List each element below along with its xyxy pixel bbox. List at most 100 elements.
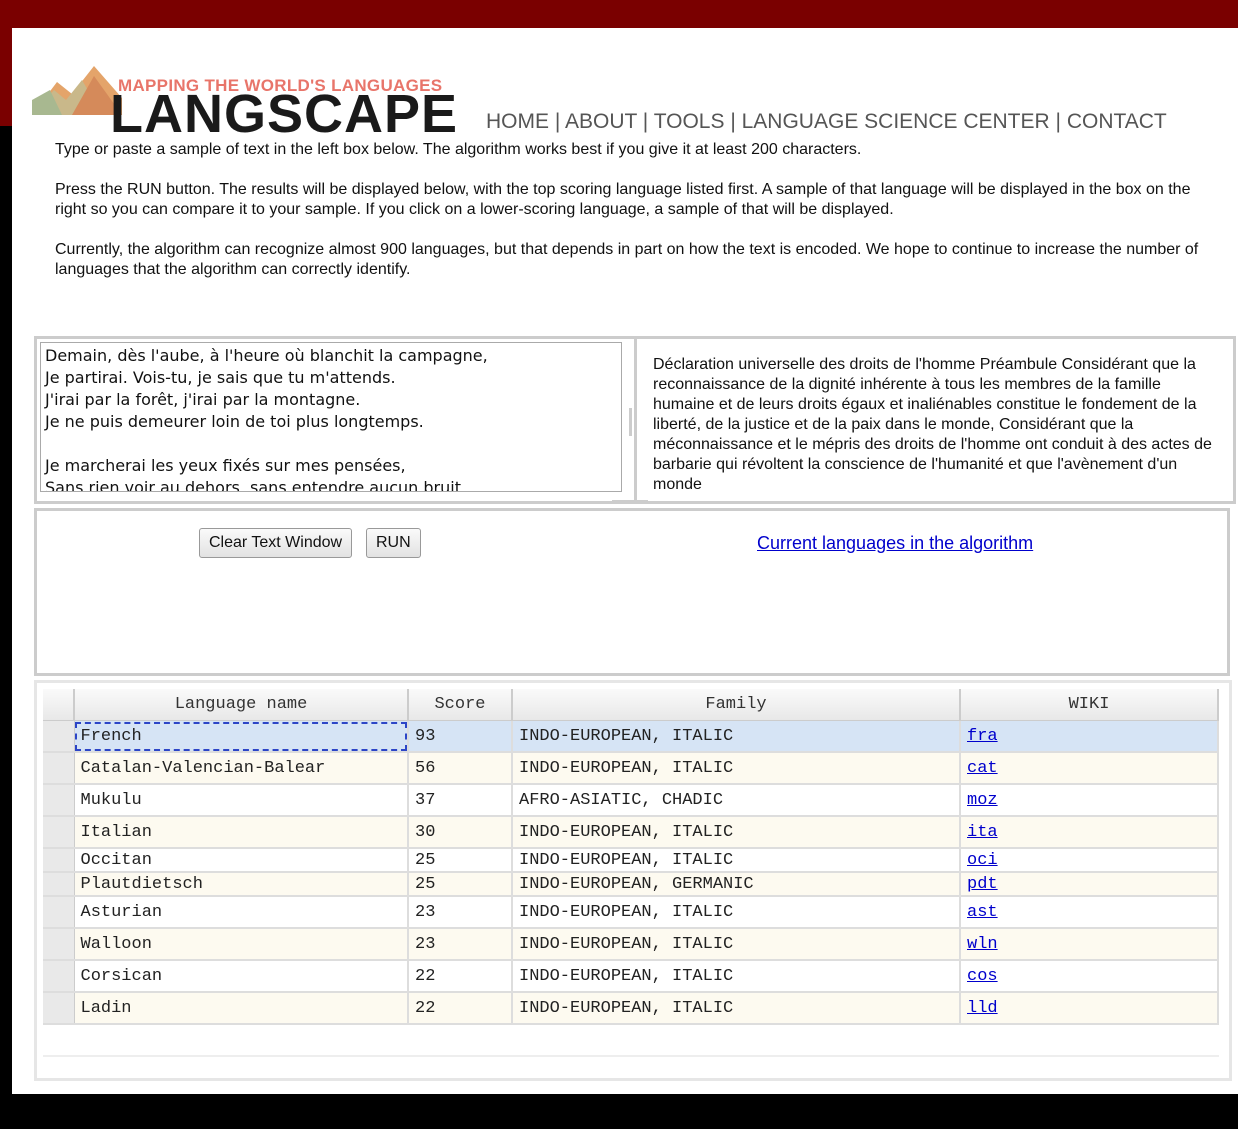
wiki-cell[interactable]: cat	[960, 752, 1219, 785]
row-header-corner	[43, 689, 75, 721]
column-header-family[interactable]: Family	[512, 689, 961, 721]
row-header-cell[interactable]	[43, 848, 75, 873]
score-cell[interactable]: 25	[408, 872, 513, 897]
table-row[interactable]: Catalan-Valencian-Balear 56 INDO-EUROPEAN,…	[43, 752, 1219, 785]
family-cell[interactable]: INDO-EUROPEAN, ITALIC	[512, 896, 961, 929]
family-cell[interactable]: INDO-EUROPEAN, ITALIC	[512, 928, 961, 961]
score-cell[interactable]: 30	[408, 816, 513, 849]
wiki-link[interactable]: moz	[967, 791, 998, 810]
horizontal-splitter[interactable]	[612, 500, 648, 503]
results-grid-panel: Language name Score Family WIKI French 93…	[34, 680, 1232, 1081]
row-header-cell[interactable]	[43, 992, 75, 1025]
controls-panel: Clear Text Window RUN Current languages …	[34, 508, 1230, 676]
left-accent-bar	[0, 28, 12, 126]
language-name-cell[interactable]: Asturian	[74, 896, 409, 929]
language-name-cell[interactable]: Walloon	[74, 928, 409, 961]
score-cell[interactable]: 25	[408, 848, 513, 873]
score-cell[interactable]: 22	[408, 960, 513, 993]
mountain-logo-icon	[32, 66, 122, 115]
table-row[interactable]: Ladin 22 INDO-EUROPEAN, ITALIC lld	[43, 992, 1219, 1025]
family-cell[interactable]: AFRO-ASIATIC, CHADIC	[512, 784, 961, 817]
family-cell[interactable]: INDO-EUROPEAN, ITALIC	[512, 720, 961, 753]
table-row[interactable]: Occitan 25 INDO-EUROPEAN, ITALIC oci	[43, 848, 1219, 873]
wiki-cell[interactable]: fra	[960, 720, 1219, 753]
wiki-link[interactable]: ast	[967, 903, 998, 922]
row-header-cell[interactable]	[43, 960, 75, 993]
table-row[interactable]: Walloon 23 INDO-EUROPEAN, ITALIC wln	[43, 928, 1219, 961]
language-name-cell[interactable]: Ladin	[74, 992, 409, 1025]
intro-paragraph-3: Currently, the algorithm can recognize a…	[55, 241, 1199, 278]
column-header-language[interactable]: Language name	[74, 689, 409, 721]
language-sample-text: Déclaration universelle des droits de l'…	[653, 356, 1212, 493]
wiki-link[interactable]: wln	[967, 935, 998, 954]
language-name-cell[interactable]: Mukulu	[74, 784, 409, 817]
wiki-link[interactable]: ita	[967, 823, 998, 842]
page: MAPPING THE WORLD'S LANGUAGES LANGSCAPE …	[12, 28, 1238, 1094]
wiki-cell[interactable]: ast	[960, 896, 1219, 929]
language-name-cell[interactable]: Catalan-Valencian-Balear	[74, 752, 409, 785]
table-row[interactable]: Italian 30 INDO-EUROPEAN, ITALIC ita	[43, 816, 1219, 849]
language-sample-panel: Déclaration universelle des droits de l'…	[634, 336, 1236, 504]
intro-paragraph-1: Type or paste a sample of text in the le…	[55, 141, 862, 158]
nav-language-science-center[interactable]: LANGUAGE SCIENCE CENTER	[742, 110, 1050, 133]
logo-title: LANGSCAPE	[110, 84, 459, 144]
wiki-cell[interactable]: wln	[960, 928, 1219, 961]
wiki-cell[interactable]: pdt	[960, 872, 1219, 897]
table-row[interactable]: Corsican 22 INDO-EUROPEAN, ITALIC cos	[43, 960, 1219, 993]
wiki-cell[interactable]: oci	[960, 848, 1219, 873]
column-header-wiki[interactable]: WIKI	[960, 689, 1219, 721]
nav-home[interactable]: HOME	[486, 110, 549, 133]
score-cell[interactable]: 37	[408, 784, 513, 817]
language-name-cell[interactable]: French	[74, 720, 409, 753]
wiki-link[interactable]: pdt	[967, 875, 998, 894]
nav-contact[interactable]: CONTACT	[1067, 110, 1167, 133]
row-header-cell[interactable]	[43, 928, 75, 961]
table-row[interactable]: Plautdietsch 25 INDO-EUROPEAN, GERMANIC pdt	[43, 872, 1219, 897]
row-header-cell[interactable]	[43, 784, 75, 817]
clear-text-window-button[interactable]: Clear Text Window	[199, 528, 353, 558]
family-cell[interactable]: INDO-EUROPEAN, ITALIC	[512, 992, 961, 1025]
language-name-cell[interactable]: Plautdietsch	[74, 872, 409, 897]
row-header-cell[interactable]	[43, 752, 75, 785]
sample-text-input[interactable]: Demain, dès l'aube, à l'heure où blanchi…	[40, 342, 622, 492]
current-languages-link[interactable]: Current languages in the algorithm	[757, 533, 1033, 554]
family-cell[interactable]: INDO-EUROPEAN, ITALIC	[512, 960, 961, 993]
score-cell[interactable]: 23	[408, 896, 513, 929]
family-cell[interactable]: INDO-EUROPEAN, ITALIC	[512, 752, 961, 785]
language-name-cell[interactable]: Occitan	[74, 848, 409, 873]
wiki-link[interactable]: oci	[967, 851, 998, 870]
score-cell[interactable]: 23	[408, 928, 513, 961]
language-name-cell[interactable]: Italian	[74, 816, 409, 849]
table-row[interactable]: Asturian 23 INDO-EUROPEAN, ITALIC ast	[43, 896, 1219, 929]
panel-splitter[interactable]	[629, 408, 632, 436]
row-header-cell[interactable]	[43, 816, 75, 849]
run-button[interactable]: RUN	[366, 528, 421, 558]
row-header-cell[interactable]	[43, 896, 75, 929]
wiki-cell[interactable]: lld	[960, 992, 1219, 1025]
row-header-cell[interactable]	[43, 872, 75, 897]
table-row[interactable]: Mukulu 37 AFRO-ASIATIC, CHADIC moz	[43, 784, 1219, 817]
row-header-cell[interactable]	[43, 720, 75, 753]
langscape-logo[interactable]: MAPPING THE WORLD'S LANGUAGES LANGSCAPE	[32, 52, 472, 141]
nav-tools[interactable]: TOOLS	[654, 110, 725, 133]
wiki-link[interactable]: fra	[967, 727, 998, 746]
intro-paragraph-2: Press the RUN button. The results will b…	[55, 181, 1191, 218]
family-cell[interactable]: INDO-EUROPEAN, GERMANIC	[512, 872, 961, 897]
column-header-score[interactable]: Score	[408, 689, 513, 721]
score-cell[interactable]: 93	[408, 720, 513, 753]
wiki-link[interactable]: cos	[967, 967, 998, 986]
family-cell[interactable]: INDO-EUROPEAN, ITALIC	[512, 848, 961, 873]
main-nav: HOME | ABOUT | TOOLS | LANGUAGE SCIENCE …	[486, 110, 1167, 133]
table-row[interactable]: French 93 INDO-EUROPEAN, ITALIC fra	[43, 720, 1219, 753]
wiki-link[interactable]: cat	[967, 759, 998, 778]
nav-about[interactable]: ABOUT	[565, 110, 637, 133]
score-cell[interactable]: 22	[408, 992, 513, 1025]
wiki-cell[interactable]: moz	[960, 784, 1219, 817]
family-cell[interactable]: INDO-EUROPEAN, ITALIC	[512, 816, 961, 849]
wiki-cell[interactable]: ita	[960, 816, 1219, 849]
language-name-cell[interactable]: Corsican	[74, 960, 409, 993]
wiki-cell[interactable]: cos	[960, 960, 1219, 993]
wiki-link[interactable]: lld	[967, 999, 998, 1018]
score-cell[interactable]: 56	[408, 752, 513, 785]
grid-footer-line	[43, 1055, 1219, 1057]
